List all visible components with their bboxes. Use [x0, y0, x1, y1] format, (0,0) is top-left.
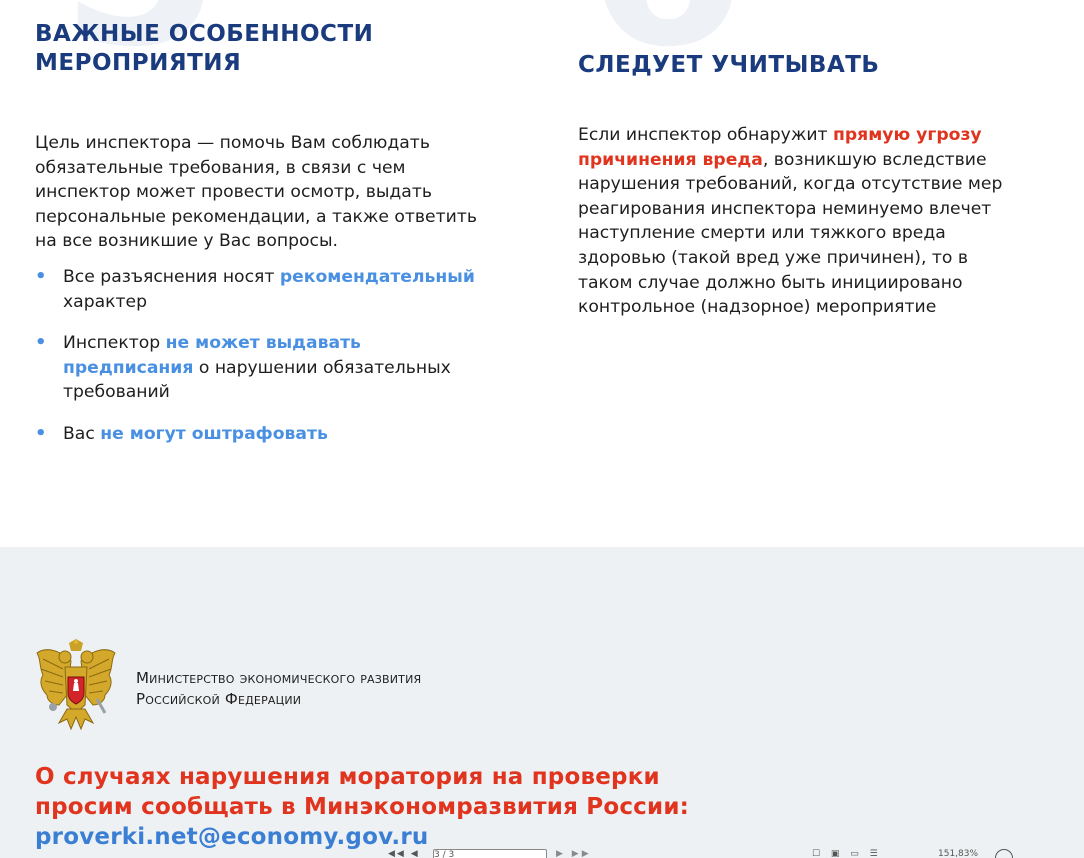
list-item: • Инспектор не может выдавать предписани…	[35, 331, 485, 405]
ministry-line1: Министерство экономического развития	[136, 669, 422, 687]
list-item: • Вас не могут оштрафовать	[35, 422, 485, 447]
list-item-highlight: рекомендательный	[279, 266, 475, 287]
zoom-level[interactable]: 151,83%	[938, 849, 978, 858]
pdf-viewer-toolbar: ◀◀ ◀ 3 / 3 ▶ ▶▶ ☐ ▣ ▭ ☰ 151,83%	[0, 849, 1084, 858]
list-item-text-pre: Инспектор	[63, 333, 166, 354]
list-item: • Все разъяснения носят рекомендательный…	[35, 265, 485, 314]
left-heading-line2: мероприятия	[35, 50, 242, 76]
list-item-text-pre: Все разъяснения носят	[63, 266, 280, 287]
view-mode-icon[interactable]: ☐ ▣ ▭ ☰	[812, 849, 882, 858]
ministry-name: Министерство экономического развития Рос…	[136, 668, 421, 710]
right-paragraph: Если инспектор обнаружит прямую угрозу п…	[578, 123, 1018, 320]
left-column: Важные особенности мероприятия Цель инсп…	[35, 20, 485, 464]
bullet-icon: •	[35, 332, 47, 354]
left-heading-line1: Важные особенности	[35, 21, 374, 47]
list-item-text-pre: Вас	[63, 423, 101, 444]
right-column: Следует учитывать Если инспектор обнаруж…	[578, 20, 1018, 320]
right-heading: Следует учитывать	[578, 52, 880, 78]
contact-email-link[interactable]: proverki.net@economy.gov.ru	[35, 822, 689, 852]
coat-of-arms-icon	[36, 639, 116, 731]
list-item-text-post: характер	[63, 291, 148, 312]
page-prev-icon[interactable]: ◀◀ ◀	[388, 849, 420, 858]
cta-line2: просим сообщать в Минэкономразвития Росс…	[35, 794, 690, 820]
list-item-highlight: не могут оштрафовать	[100, 423, 328, 444]
right-paragraph-pre: Если инспектор обнаружит	[578, 125, 833, 145]
page-next-icon[interactable]: ▶ ▶▶	[556, 849, 592, 858]
bullet-icon: •	[35, 422, 47, 444]
ministry-line2: Российской Федерации	[136, 690, 302, 708]
footer: Министерство экономического развития Рос…	[0, 547, 1084, 858]
cta-line1: О случаях нарушения моратория на проверк…	[35, 764, 660, 790]
call-to-action: О случаях нарушения моратория на проверк…	[35, 762, 689, 852]
left-heading: Важные особенности мероприятия	[35, 20, 485, 78]
bullet-icon: •	[35, 265, 47, 287]
left-paragraph: Цель инспектора — помочь Вам соблюдать о…	[35, 133, 477, 252]
page-number-field[interactable]: 3 / 3	[433, 849, 547, 858]
feature-list: • Все разъяснения носят рекомендательный…	[35, 265, 485, 447]
right-paragraph-post: , возникшую вследствие нарушения требова…	[578, 149, 1003, 318]
zoom-in-icon[interactable]	[995, 849, 1013, 858]
